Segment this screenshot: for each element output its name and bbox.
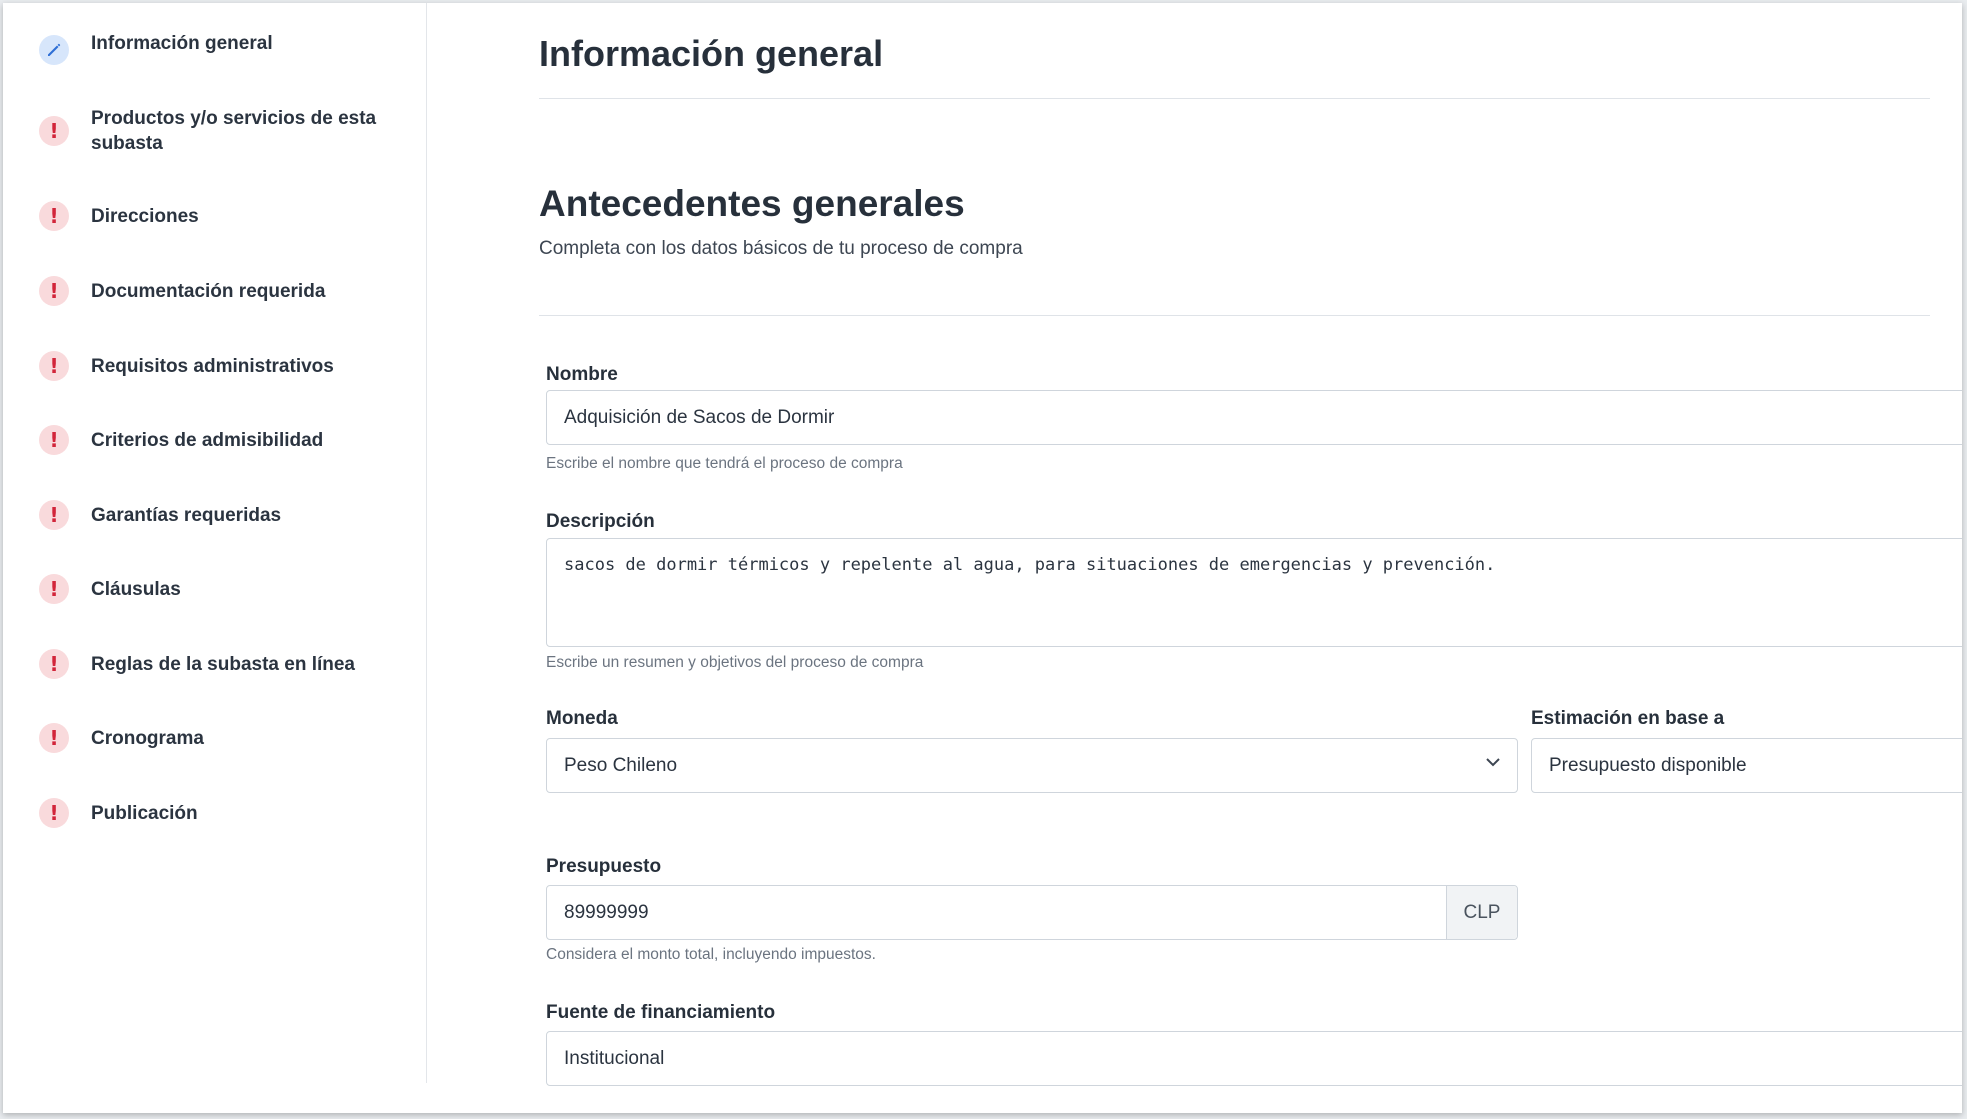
descripcion-textarea[interactable]: sacos de dormir térmicos y repelente al … [546, 538, 1962, 647]
presupuesto-value: 89999999 [564, 901, 649, 923]
main-content: Información general Antecedentes general… [539, 3, 1962, 1113]
sidebar-item-label: Información general [91, 32, 273, 54]
exclamation-icon: ! [39, 425, 69, 455]
nombre-help: Escribe el nombre que tendrá el proceso … [546, 455, 903, 472]
sidebar-item-clausulas[interactable]: ! Cláusulas [39, 574, 406, 604]
sidebar-item-publicacion[interactable]: ! Publicación [39, 798, 406, 828]
moneda-select[interactable]: Peso Chileno [546, 738, 1518, 793]
exclamation-icon: ! [39, 276, 69, 306]
sidebar-item-label: Publicación [91, 802, 198, 824]
sidebar-item-label: Direcciones [91, 205, 199, 227]
presupuesto-help: Considera el monto total, incluyendo imp… [546, 946, 876, 963]
presupuesto-label: Presupuesto [546, 856, 662, 877]
sidebar-item-label: Garantías requeridas [91, 504, 282, 526]
exclamation-icon: ! [39, 351, 69, 381]
steps-sidebar: Información general ! Productos y/o serv… [3, 3, 427, 1083]
section-subtitle: Completa con los datos básicos de tu pro… [539, 238, 1023, 259]
currency-addon: CLP [1446, 886, 1517, 939]
moneda-value: Peso Chileno [564, 754, 678, 776]
sidebar-item-label: Reglas de la subasta en línea [91, 653, 355, 675]
nombre-value: Adquisición de Sacos de Dormir [564, 406, 835, 428]
exclamation-icon: ! [39, 723, 69, 753]
sidebar-item-direcciones[interactable]: ! Direcciones [39, 201, 406, 231]
fuente-select[interactable]: Institucional [546, 1031, 1962, 1086]
sidebar-item-label: Criterios de admisibilidad [91, 429, 324, 451]
sidebar-item-label: Cláusulas [91, 578, 181, 600]
page-title: Información general [539, 33, 884, 74]
sidebar-item-informacion-general[interactable]: Información general [39, 33, 406, 65]
exclamation-icon: ! [39, 500, 69, 530]
descripcion-label: Descripción [546, 511, 655, 532]
sidebar-item-productos[interactable]: ! Productos y/o servicios de esta subast… [39, 106, 406, 156]
sidebar-item-label: Cronograma [91, 727, 204, 749]
exclamation-icon: ! [39, 201, 69, 231]
sidebar-item-reglas[interactable]: ! Reglas de la subasta en línea [39, 649, 406, 679]
chevron-down-icon [1486, 758, 1500, 767]
sidebar-item-cronograma[interactable]: ! Cronograma [39, 723, 406, 753]
sidebar-item-label: Documentación requerida [91, 280, 326, 302]
estimacion-label: Estimación en base a [1531, 708, 1725, 729]
estimacion-select[interactable]: Presupuesto disponible [1531, 738, 1962, 793]
exclamation-icon: ! [39, 798, 69, 828]
section-title: Antecedentes generales [539, 183, 965, 224]
exclamation-icon: ! [39, 649, 69, 679]
presupuesto-input[interactable]: 89999999 CLP [546, 885, 1518, 940]
sidebar-item-label: Productos y/o servicios de esta subasta [91, 108, 377, 154]
nombre-input[interactable]: Adquisición de Sacos de Dormir [546, 390, 1962, 445]
fuente-label: Fuente de financiamiento [546, 1002, 776, 1023]
exclamation-icon: ! [39, 574, 69, 604]
nombre-label: Nombre [546, 364, 618, 385]
sidebar-item-criterios[interactable]: ! Criterios de admisibilidad [39, 425, 406, 455]
divider [539, 98, 1930, 99]
sidebar-item-requisitos[interactable]: ! Requisitos administrativos [39, 351, 406, 381]
app-window: Información general ! Productos y/o serv… [3, 3, 1962, 1113]
descripcion-value: sacos de dormir térmicos y repelente al … [564, 555, 1496, 575]
pencil-icon [39, 35, 69, 65]
sidebar-item-label: Requisitos administrativos [91, 355, 334, 377]
exclamation-icon: ! [39, 116, 69, 146]
moneda-label: Moneda [546, 708, 618, 729]
fuente-value: Institucional [564, 1047, 665, 1069]
divider [539, 315, 1930, 316]
sidebar-item-documentacion[interactable]: ! Documentación requerida [39, 276, 406, 306]
sidebar-item-garantias[interactable]: ! Garantías requeridas [39, 500, 406, 530]
estimacion-value: Presupuesto disponible [1549, 754, 1747, 776]
descripcion-help: Escribe un resumen y objetivos del proce… [546, 654, 924, 671]
